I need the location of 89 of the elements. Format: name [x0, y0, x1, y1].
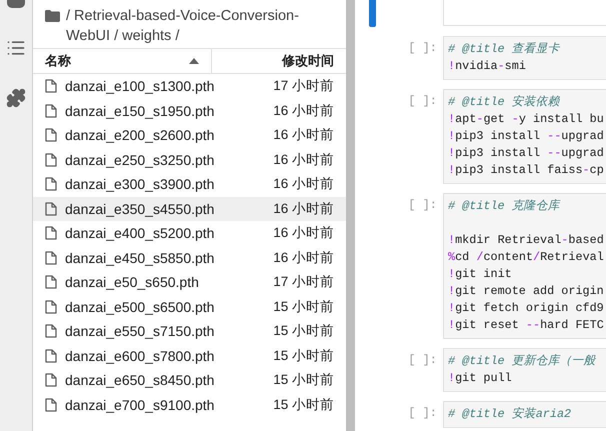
modified-time: 17 小时前: [273, 273, 334, 292]
file-icon: [45, 128, 57, 142]
cell-prompt: [ ]:: [408, 40, 438, 57]
file-row[interactable]: danzai_e150_s1950.pth 16 小时前: [33, 98, 346, 123]
file-row[interactable]: danzai_e700_s9100.pth 15 小时前: [33, 392, 346, 417]
code-line: # @title 查看显卡: [448, 41, 562, 58]
folder-icon: [45, 10, 60, 22]
cell-prompt: [ ]:: [408, 405, 438, 422]
code-line: !git reset --hard FETC: [448, 317, 605, 334]
file-name: danzai_e650_s8450.pth: [65, 372, 216, 388]
code-line: !pip3 install --upgrad: [448, 145, 605, 162]
code-cell[interactable]: [443, 0, 606, 26]
cell-prompt: [ ]:: [408, 93, 438, 110]
file-name: danzai_e450_s5850.pth: [65, 250, 216, 266]
code-line: !pip3 install --upgrad: [448, 128, 605, 145]
file-row[interactable]: danzai_e650_s8450.pth 15 小时前: [33, 368, 346, 392]
file-row[interactable]: danzai_e250_s3250.pth 16 小时前: [33, 148, 346, 172]
file-row[interactable]: danzai_e400_s5200.pth 16 小时前: [33, 221, 346, 246]
file-icon: [45, 398, 57, 412]
file-name: danzai_e350_s4550.pth: [65, 200, 216, 217]
file-icon: [45, 202, 57, 216]
file-name: danzai_e150_s1950.pth: [65, 102, 216, 119]
code-line: !git fetch origin cfd9: [448, 300, 605, 317]
code-cell[interactable]: # @title 克隆仓库 !mkdir Retrieval-based %cd /content/Retrieval !git init !git remote add origin !git fetch origin cfd9 !git reset --hard FETC: [443, 193, 606, 339]
code-line: !git pull: [448, 370, 513, 387]
file-icon: [45, 250, 57, 265]
modified-time: 17 小时前: [273, 77, 334, 96]
code-cell[interactable]: # @title 查看显卡 !nvidia-smi: [443, 36, 606, 80]
cell-prompt: [ ]:: [408, 352, 438, 369]
file-icon: [45, 152, 57, 167]
file-row[interactable]: danzai_e450_s5850.pth 16 小时前: [33, 246, 346, 270]
modified-time: 15 小时前: [273, 346, 334, 365]
file-icon: [45, 275, 57, 290]
code-line: # @title 克隆仓库: [448, 198, 562, 215]
file-row[interactable]: danzai_e350_s4550.pth 16 小时前: [33, 196, 346, 221]
file-icon: [45, 300, 57, 314]
file-name: danzai_e200_s2600.pth: [65, 127, 216, 144]
file-name: danzai_e250_s3250.pth: [65, 152, 216, 168]
file-icon: [45, 177, 57, 192]
file-name: danzai_e600_s7800.pth: [65, 348, 216, 364]
file-icon: [45, 79, 57, 94]
file-icon: [45, 373, 57, 388]
file-icon: [45, 226, 57, 240]
cell-prompt: [ ]:: [408, 197, 438, 214]
code-line: !mkdir Retrieval-based: [448, 232, 605, 249]
file-icon: [45, 324, 57, 338]
file-icon: [45, 348, 57, 363]
code-cell[interactable]: # @title 安装aria2: [443, 401, 606, 428]
column-header[interactable]: 修改时间: [212, 49, 346, 73]
modified-time: 16 小时前: [273, 126, 334, 144]
code-cell[interactable]: # @title 更新仓库（一般 !git pull: [443, 348, 606, 392]
column-header[interactable]: 名称: [33, 49, 212, 73]
modified-time: 15 小时前: [273, 371, 334, 390]
file-row[interactable]: danzai_e200_s2600.pth 16 小时前: [33, 123, 346, 148]
code-line: !git init: [448, 266, 513, 283]
file-name: danzai_e50_s650.pth: [65, 274, 200, 290]
file-row[interactable]: danzai_e600_s7800.pth 15 小时前: [33, 344, 346, 368]
code-line: !apt-get -y install bu: [448, 111, 605, 128]
file-row[interactable]: danzai_e50_s650.pth 17 小时前: [33, 270, 346, 294]
modified-time: 16 小时前: [273, 150, 334, 169]
file-name: danzai_e550_s7150.pth: [65, 323, 216, 340]
code-cell[interactable]: # @title 安装依赖 !apt-get -y install bu !pip3 install --upgrad !pip3 install --upgrad !pip3 install faiss-cp: [443, 89, 606, 184]
code-line: !git remote add origin: [448, 283, 605, 300]
file-name: danzai_e400_s5200.pth: [65, 225, 216, 242]
file-name: danzai_e100_s1300.pth: [65, 78, 216, 94]
code-line: # @title 更新仓库（一般: [448, 353, 597, 370]
file-row[interactable]: danzai_e500_s6500.pth 15 小时前: [33, 294, 346, 319]
puzzle-icon[interactable]: [6, 88, 26, 108]
code-line: !nvidia-smi: [448, 58, 527, 75]
file-name: danzai_e700_s9100.pth: [65, 396, 216, 413]
modified-time: 16 小时前: [273, 175, 334, 194]
code-line: %cd /content/Retrieval: [448, 249, 605, 266]
file-name: danzai_e300_s3900.pth: [65, 176, 216, 192]
code-line: # @title 安装aria2: [448, 406, 572, 423]
file-icon: [45, 104, 57, 118]
modified-time: 16 小时前: [273, 224, 334, 242]
file-row[interactable]: danzai_e550_s7150.pth 15 小时前: [33, 319, 346, 344]
modified-time: 16 小时前: [273, 248, 334, 267]
modified-time: 15 小时前: [273, 298, 334, 316]
modified-time: 16 小时前: [273, 102, 334, 120]
breadcrumb-path[interactable]: / Retrieval-based-Voice-Conversion-WebUI / weights /: [66, 6, 306, 46]
code-line: # @title 安装依赖: [448, 94, 561, 111]
file-name: danzai_e500_s6500.pth: [65, 298, 216, 315]
modified-time: 15 小时前: [273, 322, 334, 340]
file-row[interactable]: danzai_e300_s3900.pth 16 小时前: [33, 172, 346, 196]
modified-time: 15 小时前: [273, 396, 334, 414]
code-line: !pip3 install faiss-cp: [448, 162, 605, 179]
modified-time: 16 小时前: [273, 200, 334, 218]
file-row[interactable]: danzai_e100_s1300.pth 17 小时前: [33, 74, 346, 98]
